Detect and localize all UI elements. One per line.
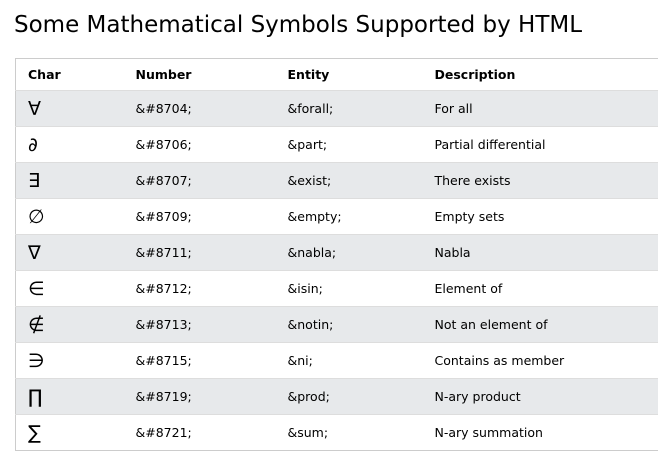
- table-row: ∇ &#8711; &nabla; Nabla: [15, 234, 658, 271]
- entity-cell: &prod;: [275, 378, 423, 415]
- number-cell: &#8719;: [123, 378, 276, 415]
- number-cell: &#8707;: [123, 162, 276, 199]
- char-cell: ∀: [15, 90, 124, 127]
- table-row: ∃ &#8707; &exist; There exists: [15, 162, 658, 199]
- number-cell: &#8709;: [123, 198, 276, 235]
- char-cell: ∃: [15, 162, 124, 199]
- entity-cell: &notin;: [275, 306, 423, 343]
- header-char: Char: [28, 67, 61, 82]
- description-cell: There exists: [422, 162, 658, 199]
- entity-cell: &part;: [275, 126, 423, 163]
- table-row: ∉ &#8713; &notin; Not an element of: [15, 306, 658, 343]
- char-cell: ∅: [15, 198, 124, 235]
- table-row: ∈ &#8712; &isin; Element of: [15, 270, 658, 307]
- table-row: ∀ &#8704; &forall; For all: [15, 90, 658, 127]
- entity-cell: &nabla;: [275, 234, 423, 271]
- char-cell: ∇: [15, 234, 124, 271]
- entity-cell: &sum;: [275, 414, 423, 451]
- description-cell: For all: [422, 90, 658, 127]
- number-cell: &#8712;: [123, 270, 276, 307]
- description-cell: N-ary product: [422, 378, 658, 415]
- char-cell: ∈: [15, 270, 124, 307]
- entity-cell: &isin;: [275, 270, 423, 307]
- header-description: Description: [434, 67, 516, 82]
- header-entity: Entity: [287, 67, 330, 82]
- table-row: ∅ &#8709; &empty; Empty sets: [15, 198, 658, 235]
- table-row: ∑ &#8721; &sum; N-ary summation: [15, 414, 658, 451]
- page-title: Some Mathematical Symbols Supported by H…: [14, 12, 583, 38]
- header-row: Char Number Entity Description: [16, 59, 658, 91]
- table-row: ∏ &#8719; &prod; N-ary product: [15, 378, 658, 415]
- description-cell: Nabla: [422, 234, 658, 271]
- char-cell: ∏: [15, 378, 124, 415]
- description-cell: N-ary summation: [422, 414, 658, 451]
- number-cell: &#8704;: [123, 90, 276, 127]
- symbols-table: Char Number Entity Description ∀ &#8704;…: [15, 58, 658, 451]
- description-cell: Not an element of: [422, 306, 658, 343]
- table-header: Char Number Entity Description: [16, 59, 658, 91]
- header-number: Number: [135, 67, 192, 82]
- description-cell: Element of: [422, 270, 658, 307]
- description-cell: Partial differential: [422, 126, 658, 163]
- table-row: ∋ &#8715; &ni; Contains as member: [15, 342, 658, 379]
- number-cell: &#8706;: [123, 126, 276, 163]
- table-row: ∂ &#8706; &part; Partial differential: [15, 126, 658, 163]
- char-cell: ∑: [15, 414, 124, 451]
- number-cell: &#8711;: [123, 234, 276, 271]
- entity-cell: &exist;: [275, 162, 423, 199]
- char-cell: ∉: [15, 306, 124, 343]
- entity-cell: &forall;: [275, 90, 423, 127]
- char-cell: ∂: [15, 126, 124, 163]
- description-cell: Empty sets: [422, 198, 658, 235]
- number-cell: &#8721;: [123, 414, 276, 451]
- char-cell: ∋: [15, 342, 124, 379]
- description-cell: Contains as member: [422, 342, 658, 379]
- entity-cell: &ni;: [275, 342, 423, 379]
- entity-cell: &empty;: [275, 198, 423, 235]
- table-body: ∀ &#8704; &forall; For all ∂ &#8706; &pa…: [15, 90, 658, 451]
- number-cell: &#8713;: [123, 306, 276, 343]
- number-cell: &#8715;: [123, 342, 276, 379]
